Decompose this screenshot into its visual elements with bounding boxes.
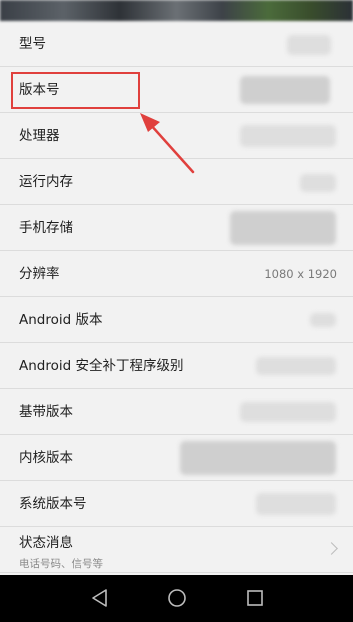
row-label: Android 版本 xyxy=(19,312,103,328)
row-label: 基带版本 xyxy=(19,404,73,420)
highlight-box xyxy=(11,72,140,109)
redacted-value xyxy=(256,493,336,515)
row-label: 内核版本 xyxy=(19,450,73,466)
about-phone-screen: 型号 版本号 处理器 运行内存 手机存储 分辨率 1080 x 1920 And… xyxy=(0,0,353,622)
back-icon xyxy=(92,589,107,607)
navigation-bar xyxy=(0,575,353,622)
row-security-patch[interactable]: Android 安全补丁程序级别 xyxy=(0,343,353,389)
row-storage[interactable]: 手机存储 xyxy=(0,205,353,251)
row-label: 处理器 xyxy=(19,128,60,144)
row-label: 型号 xyxy=(19,36,46,52)
redacted-value xyxy=(230,211,336,245)
row-label: 系统版本号 xyxy=(19,496,87,512)
status-bar xyxy=(0,0,353,21)
row-model[interactable]: 型号 xyxy=(0,21,353,67)
chevron-right-icon xyxy=(325,542,338,555)
row-processor[interactable]: 处理器 xyxy=(0,113,353,159)
row-label: 手机存储 xyxy=(19,220,73,236)
redacted-value xyxy=(180,441,336,475)
row-label: Android 安全补丁程序级别 xyxy=(19,358,184,374)
home-button[interactable] xyxy=(152,575,202,622)
row-baseband[interactable]: 基带版本 xyxy=(0,389,353,435)
row-ram[interactable]: 运行内存 xyxy=(0,159,353,205)
redacted-value xyxy=(240,125,336,147)
recents-icon xyxy=(247,590,263,606)
redacted-value xyxy=(287,35,331,55)
redacted-value xyxy=(240,76,330,104)
redacted-value xyxy=(300,174,336,192)
row-resolution[interactable]: 分辨率 1080 x 1920 xyxy=(0,251,353,297)
row-label: 运行内存 xyxy=(19,174,73,190)
redacted-value xyxy=(256,357,336,375)
row-status[interactable]: 状态消息 电话号码、信号等 xyxy=(0,527,353,573)
home-icon xyxy=(168,589,186,607)
redacted-value xyxy=(310,313,336,327)
recents-button[interactable] xyxy=(230,575,280,622)
back-button[interactable] xyxy=(75,575,125,622)
redacted-value xyxy=(240,402,336,422)
row-android-version[interactable]: Android 版本 xyxy=(0,297,353,343)
row-kernel[interactable]: 内核版本 xyxy=(0,435,353,481)
row-label: 状态消息 xyxy=(19,535,73,551)
resolution-value: 1080 x 1920 xyxy=(264,267,337,281)
row-label: 分辨率 xyxy=(19,266,60,282)
row-system-build[interactable]: 系统版本号 xyxy=(0,481,353,527)
row-sublabel: 电话号码、信号等 xyxy=(19,558,103,570)
